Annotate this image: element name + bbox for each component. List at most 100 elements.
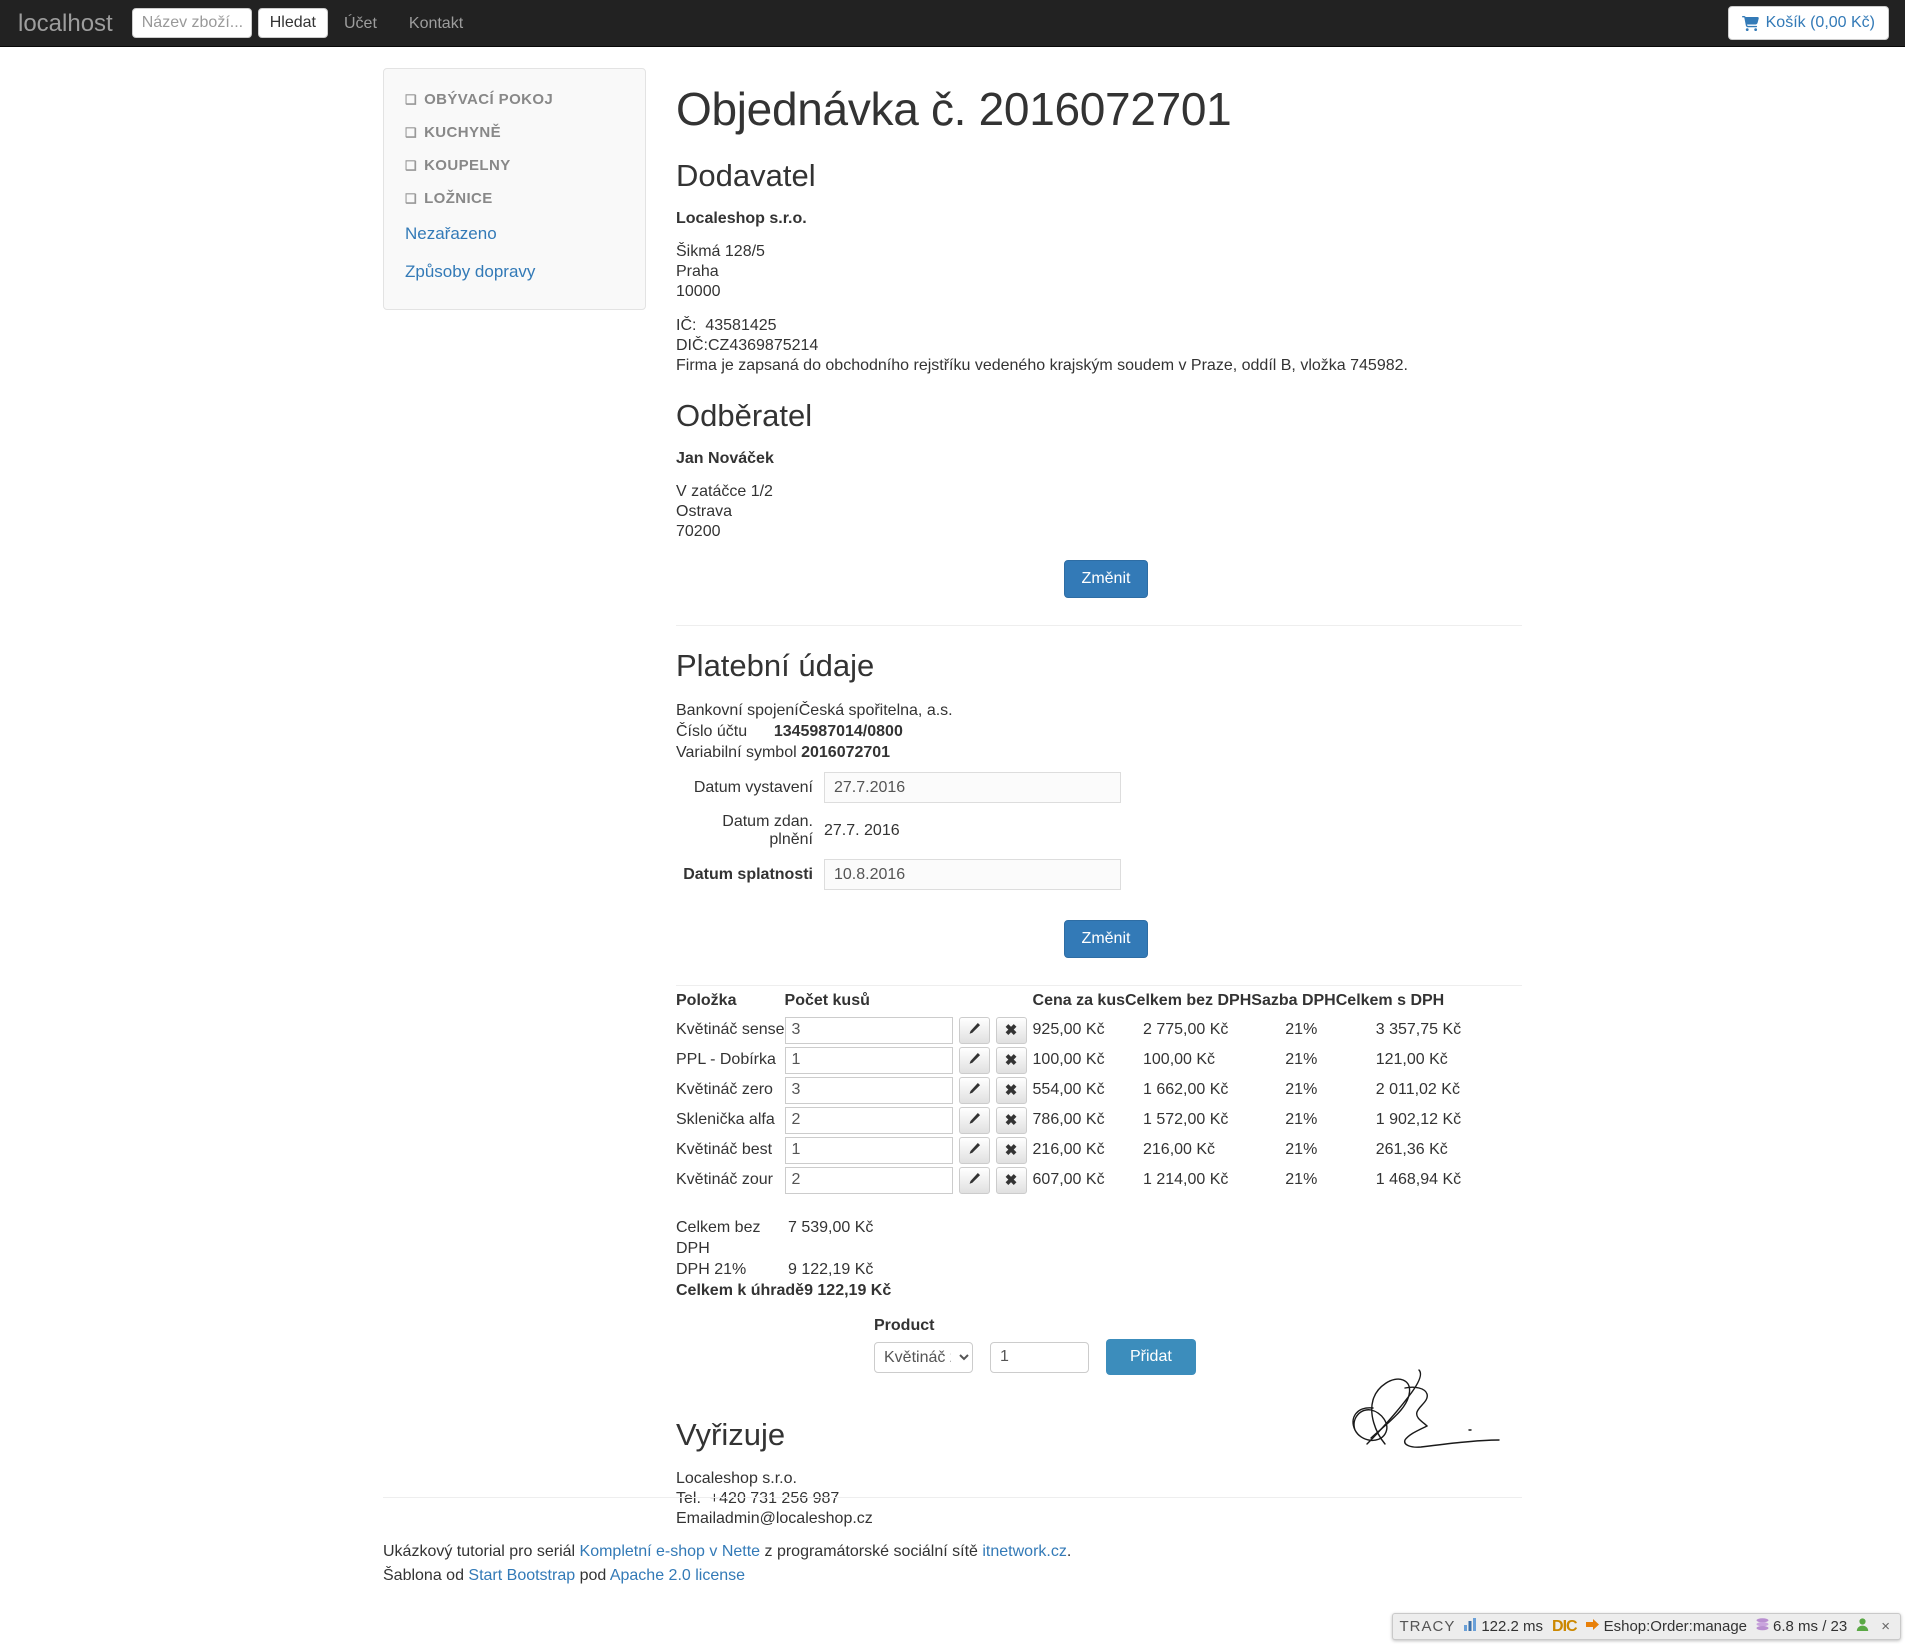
pencil-icon xyxy=(968,1052,981,1069)
items-header-row: Položka Počet kusů Cena za kus Celkem be… xyxy=(676,992,1461,1015)
add-product-button[interactable]: Přidat xyxy=(1106,1339,1196,1375)
supplier-city: Praha xyxy=(676,263,719,280)
total-vat-label: DPH 21% xyxy=(676,1261,747,1278)
brand-link[interactable]: localhost xyxy=(0,0,132,47)
supplier-street: Šikmá 128/5 xyxy=(676,243,765,260)
due-date-input[interactable] xyxy=(824,859,1121,890)
quantity-input[interactable] xyxy=(784,1016,953,1044)
col-quantity: Počet kusů xyxy=(784,992,870,1009)
delete-item-button[interactable]: ✖ xyxy=(995,1016,1027,1044)
quantity-input[interactable] xyxy=(784,1076,953,1104)
close-icon[interactable]: × xyxy=(1878,1618,1893,1635)
item-total-no-vat-cell: 1 572,00 Kč xyxy=(1143,1111,1229,1128)
item-quantity-cell xyxy=(784,1045,953,1075)
order-totals: Celkem bez DPH 7 539,00 Kč DPH 21% 9 122… xyxy=(676,1217,1536,1301)
edit-item-button[interactable] xyxy=(958,1016,990,1044)
bar-chart-icon xyxy=(1464,1618,1477,1635)
item-total-no-vat-cell: 216,00 Kč xyxy=(1143,1141,1216,1158)
footer-text-4: Šablona od xyxy=(383,1567,469,1584)
tracy-debug-bar[interactable]: TRACY 122.2 ms DIC Eshop:Order:manage 6.… xyxy=(1391,1613,1901,1640)
user-icon[interactable] xyxy=(1856,1618,1869,1635)
item-edit-cell xyxy=(953,1075,990,1105)
footer-link-itnetwork[interactable]: itnetwork.cz xyxy=(982,1543,1066,1560)
payment-bank-value: Česká spořitelna, a.s. xyxy=(798,702,953,719)
issue-date-input[interactable] xyxy=(824,772,1121,803)
item-quantity-cell xyxy=(784,1135,953,1165)
edit-item-button[interactable] xyxy=(958,1046,990,1074)
footer-text-3: . xyxy=(1066,1543,1072,1560)
footer-link-nette[interactable]: Kompletní e-shop v Nette xyxy=(580,1543,761,1560)
tracy-route-item[interactable]: Eshop:Order:manage xyxy=(1585,1618,1747,1635)
issue-date-row: Datum vystavení xyxy=(676,772,1536,803)
item-edit-cell xyxy=(953,1045,990,1075)
items-table-head: Položka Počet kusů Cena za kus Celkem be… xyxy=(676,992,1461,1015)
cross-icon: ✖ xyxy=(1004,1171,1018,1189)
payment-form: Datum vystavení Datum zdan. plnění 27.7.… xyxy=(676,772,1536,890)
payment-vs-value: 2016072701 xyxy=(801,744,891,761)
nav-link-ucet[interactable]: Účet xyxy=(328,0,393,47)
table-row: Květináč sense ✖ 925,00 Kč 2 775,00 Kč 21% 3 … xyxy=(676,1015,1461,1045)
grand-total-label: Celkem k úhradě xyxy=(676,1282,805,1299)
item-unit-price-cell: 554,00 Kč xyxy=(1032,1081,1105,1098)
nav-link-kontakt[interactable]: Kontakt xyxy=(393,0,479,47)
item-unit-price-cell: 786,00 Kč xyxy=(1032,1111,1105,1128)
grand-total-value: 9 122,19 Kč xyxy=(804,1282,892,1299)
payment-actions: Změnit xyxy=(676,920,1536,958)
edit-item-button[interactable] xyxy=(958,1136,990,1164)
tracy-db-item[interactable]: 6.8 ms / 23 xyxy=(1756,1618,1847,1635)
sidebar-item-zpusoby-dopravy[interactable]: Způsoby dopravy xyxy=(384,253,645,291)
payment-vs-row: Variabilní symbol 2016072701 xyxy=(676,742,1536,763)
item-delete-cell: ✖ xyxy=(990,1015,1033,1045)
payment-account-value: 1345987014/0800 xyxy=(773,723,903,740)
tracy-time-item[interactable]: 122.2 ms xyxy=(1464,1618,1543,1635)
supplier-dic-row: DIČ:CZ4369875214 xyxy=(676,336,1536,356)
footer-link-startbootstrap[interactable]: Start Bootstrap xyxy=(468,1567,575,1584)
item-quantity-cell xyxy=(784,1105,953,1135)
handler-tel-label: Tel. xyxy=(676,1490,701,1507)
customer-actions: Změnit xyxy=(676,560,1536,598)
cart-button[interactable]: Košík (0,00 Kč) xyxy=(1727,6,1889,40)
quantity-input[interactable] xyxy=(784,1106,953,1134)
product-select[interactable]: Květináč zero xyxy=(874,1341,973,1373)
payment-bank-label: Bankovní spojení xyxy=(676,702,799,719)
sidebar-category-kuchyne[interactable]: ❏ KUCHYNĚ xyxy=(384,116,645,149)
add-product-quantity-input[interactable] xyxy=(990,1341,1089,1373)
delete-item-button[interactable]: ✖ xyxy=(995,1166,1027,1194)
issue-date-label: Datum vystavení xyxy=(693,778,813,796)
footer-link-apache[interactable]: Apache 2.0 license xyxy=(610,1567,745,1584)
delete-item-button[interactable]: ✖ xyxy=(995,1046,1027,1074)
pencil-icon xyxy=(968,1172,981,1189)
cross-icon: ✖ xyxy=(1004,1141,1018,1159)
customer-change-button[interactable]: Změnit xyxy=(1063,560,1149,598)
payment-change-button[interactable]: Změnit xyxy=(1063,920,1149,958)
search-input[interactable] xyxy=(131,8,252,38)
item-vat-rate-cell: 21% xyxy=(1285,1081,1318,1098)
sidebar-item-nezarazeno[interactable]: Nezařazeno xyxy=(384,215,645,253)
arrow-right-icon xyxy=(1585,1618,1600,1635)
supplier-zip: 10000 xyxy=(676,283,721,300)
sidebar-category-obyvaci-pokoj[interactable]: ❏ OBÝVACÍ POKOJ xyxy=(384,83,645,116)
search-button[interactable]: Hledat xyxy=(257,8,328,38)
quantity-input[interactable] xyxy=(784,1136,953,1164)
edit-item-button[interactable] xyxy=(958,1106,990,1134)
edit-item-button[interactable] xyxy=(958,1076,990,1104)
pencil-icon xyxy=(968,1022,981,1039)
delete-item-button[interactable]: ✖ xyxy=(995,1106,1027,1134)
pencil-icon xyxy=(968,1082,981,1099)
customer-address: V zatáčce 1/2 Ostrava 70200 xyxy=(676,482,1536,542)
quantity-input[interactable] xyxy=(784,1046,953,1074)
cross-icon: ✖ xyxy=(1004,1081,1018,1099)
supplier-name: Localeshop s.r.o. xyxy=(676,210,807,227)
payment-account-label: Číslo účtu xyxy=(676,723,748,740)
quantity-input[interactable] xyxy=(784,1166,953,1194)
sidebar-category-koupelny[interactable]: ❏ KOUPELNY xyxy=(384,149,645,182)
handler-company: Localeshop s.r.o. xyxy=(676,1470,797,1487)
tracy-dic-icon[interactable]: DIC xyxy=(1552,1618,1578,1636)
handler-tel-value: +420 731 256 987 xyxy=(709,1490,840,1507)
delete-item-button[interactable]: ✖ xyxy=(995,1136,1027,1164)
delete-item-button[interactable]: ✖ xyxy=(995,1076,1027,1104)
edit-item-button[interactable] xyxy=(958,1166,990,1194)
sidebar-category-loznice[interactable]: ❏ LOŽNICE xyxy=(384,182,645,215)
handler-email-value: admin@localeshop.cz xyxy=(716,1510,873,1527)
table-row: Sklenička alfa ✖ 786,00 Kč 1 572,00 Kč 21% 1 … xyxy=(676,1105,1461,1135)
